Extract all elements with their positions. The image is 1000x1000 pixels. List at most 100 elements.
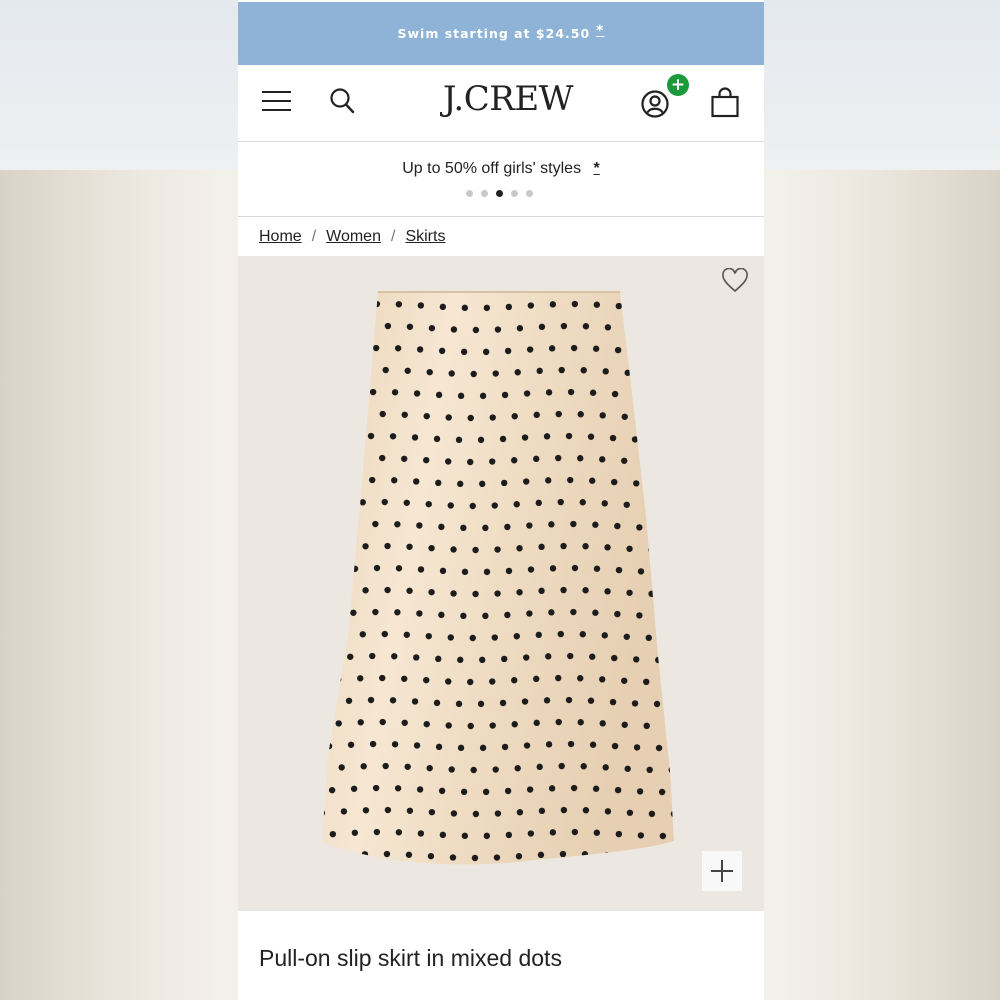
breadcrumb: Home / Women / Skirts	[259, 225, 445, 249]
promo-details-link[interactable]: *	[596, 23, 604, 39]
skirt-dot	[682, 568, 688, 574]
skirt-dot	[322, 589, 325, 597]
skirt-dot	[467, 458, 474, 466]
search-icon[interactable]	[329, 87, 357, 117]
menu-icon[interactable]	[262, 90, 292, 112]
skirt-dot	[471, 854, 479, 862]
skirt-dot	[603, 852, 611, 859]
skirt-dot	[601, 632, 608, 639]
skirt-dot	[501, 479, 508, 487]
skirt-dot	[450, 810, 458, 817]
skirt-dot	[383, 850, 391, 858]
skirt-dot	[504, 611, 511, 619]
breadcrumb-separator: /	[311, 228, 317, 245]
skirt-dot	[494, 546, 501, 553]
skirt-dot	[313, 458, 319, 464]
skirt-dot	[514, 765, 521, 772]
skirt-dot	[646, 370, 653, 378]
product-image[interactable]	[238, 256, 764, 911]
jcrew-logo[interactable]: J.CREW	[408, 79, 608, 119]
skirt-dot	[439, 303, 447, 311]
skirt-dot	[670, 546, 674, 554]
skirt-dot	[417, 566, 425, 573]
skirt-dot	[527, 302, 535, 309]
skirt-dot	[316, 502, 322, 508]
breadcrumb-separator: /	[390, 228, 396, 245]
skirt-dot	[395, 829, 403, 836]
skirt-dot	[648, 326, 656, 334]
skirt-dot	[582, 543, 589, 550]
promo-text: Swim starting at $24.50	[397, 26, 591, 41]
skirt-dot	[460, 348, 468, 356]
carousel-dot[interactable]	[511, 190, 518, 197]
carousel-details-link[interactable]: *	[594, 160, 600, 177]
promo-banner[interactable]: Swim starting at $24.50 *	[238, 2, 764, 65]
promo-carousel[interactable]: Up to 50% off girls' styles *	[238, 142, 764, 217]
wishlist-heart-icon[interactable]	[721, 267, 749, 294]
skirt-dot	[589, 477, 596, 484]
carousel-dot[interactable]	[466, 190, 473, 197]
skirt-dot	[433, 699, 441, 707]
skirt-dot	[335, 456, 342, 463]
skirt-dot	[357, 675, 364, 682]
skirt-dot	[580, 367, 587, 374]
skirt-dot	[445, 414, 452, 421]
carousel-dot-active[interactable]	[496, 190, 503, 197]
skirt-dot	[543, 433, 551, 440]
skirt-dot	[667, 502, 674, 510]
skirt-dot	[670, 590, 674, 598]
shopping-bag-icon[interactable]	[710, 87, 740, 119]
skirt-dot	[523, 390, 531, 397]
skirt-dot	[653, 436, 661, 444]
skirt-dot	[360, 367, 367, 374]
skirt-dot	[411, 698, 419, 705]
zoom-plus-icon[interactable]	[702, 851, 742, 891]
skirt-dot	[614, 786, 622, 794]
skirt-dot	[428, 588, 435, 596]
skirt-dot	[665, 458, 672, 466]
skirt-dot	[455, 700, 463, 708]
skirt-dot	[401, 675, 408, 682]
skirt-dot	[676, 436, 682, 442]
carousel-dot[interactable]	[481, 190, 488, 197]
skirt-dot	[492, 766, 499, 773]
skirt-dot	[381, 498, 388, 506]
skirt-dot	[655, 480, 662, 488]
breadcrumb-skirts[interactable]: Skirts	[405, 228, 445, 246]
skirt-dot	[417, 830, 425, 837]
plus-icon[interactable]: +	[667, 74, 689, 96]
skirt-dot	[538, 807, 546, 815]
skirt-dot	[372, 784, 380, 792]
skirt-dot	[511, 721, 518, 728]
skirt-dot	[633, 656, 640, 663]
skirt-dot	[308, 304, 314, 310]
skirt-dot	[631, 436, 639, 443]
carousel-dot[interactable]	[526, 190, 533, 197]
skirt-dot	[557, 498, 564, 506]
skirt-dot	[571, 828, 579, 836]
breadcrumb-women[interactable]: Women	[326, 228, 381, 246]
skirt-dot	[423, 456, 430, 464]
skirt-dot	[427, 852, 435, 860]
skirt-dot	[369, 740, 377, 748]
skirt-dot	[535, 499, 542, 507]
skirt-dot	[535, 631, 542, 639]
skirt-dot	[505, 567, 513, 575]
breadcrumb-home[interactable]: Home	[259, 228, 302, 246]
account-icon[interactable]	[640, 89, 670, 119]
skirt-dot	[303, 656, 309, 662]
skirt-dot	[335, 676, 342, 683]
skirt-dot	[460, 788, 468, 796]
skirt-dot	[335, 412, 342, 419]
skirt-dot	[394, 521, 401, 528]
skirt-dot	[472, 326, 480, 334]
skirt-dot	[665, 722, 672, 730]
skirt-dot	[413, 654, 420, 661]
skirt-dot	[669, 854, 674, 862]
skirt-dot	[614, 610, 621, 618]
skirt-dot	[467, 414, 474, 422]
skirt-dot	[350, 609, 357, 616]
skirt-dot	[587, 433, 595, 440]
skirt-dot	[423, 676, 430, 684]
skirt-dot	[625, 853, 633, 860]
